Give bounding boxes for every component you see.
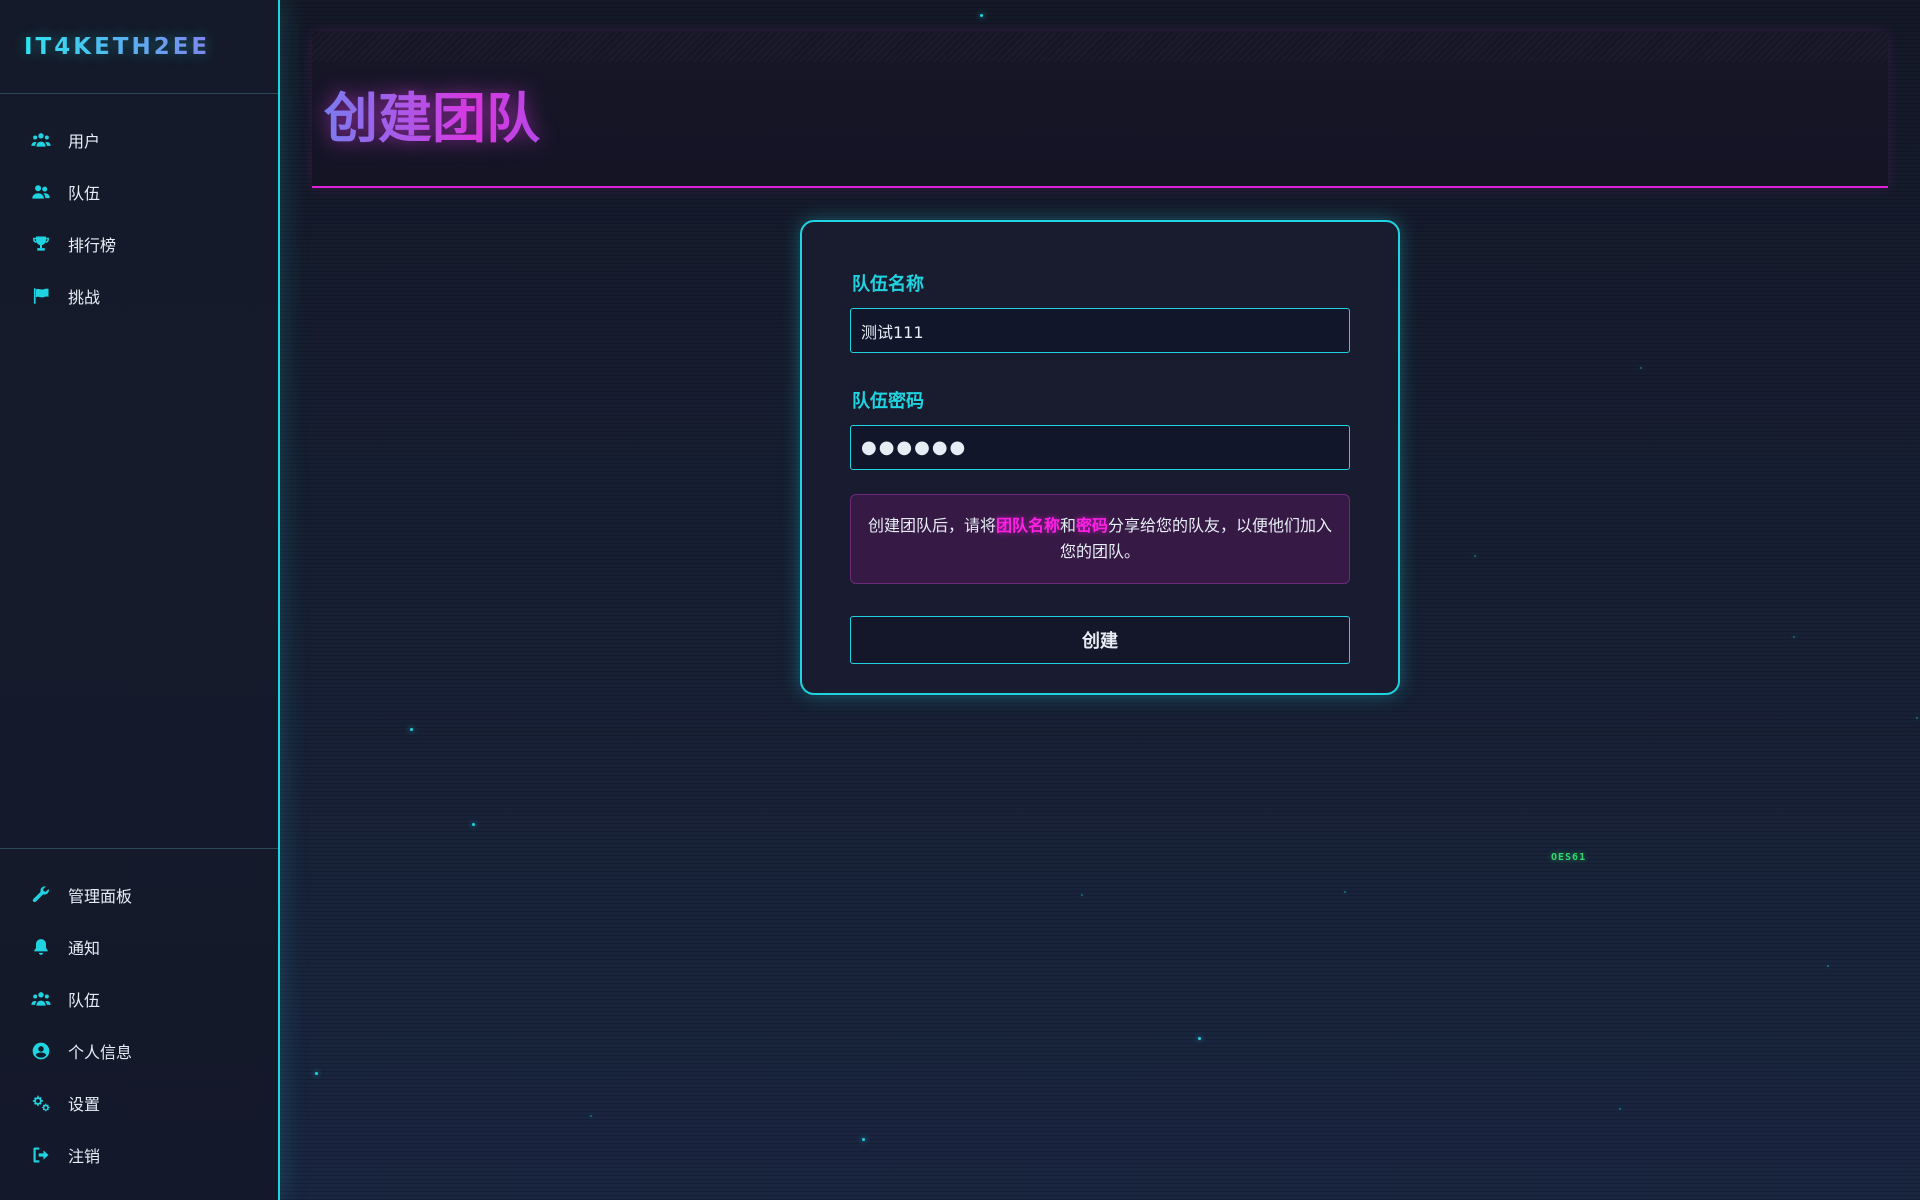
create-team-card: 队伍名称 队伍密码 创建团队后，请将团队名称和密码分享给您的队友，以便他们加入您…	[800, 220, 1400, 695]
trophy-icon	[30, 233, 52, 255]
sidebar-item-scoreboard[interactable]: 排行榜	[0, 218, 278, 270]
wrench-icon	[30, 884, 52, 906]
sidebar-item-teams[interactable]: 队伍	[0, 166, 278, 218]
sidebar-item-label: 注销	[68, 1147, 101, 1166]
user-circle-icon	[30, 1040, 52, 1062]
notice-highlight-password: 密码	[1076, 516, 1109, 535]
sidebar-item-admin-panel[interactable]: 管理面板	[0, 869, 278, 921]
page-title: 创建团队	[324, 74, 540, 153]
sidebar-item-label: 通知	[68, 939, 101, 958]
sidebar-item-notifications[interactable]: 通知	[0, 921, 278, 973]
sidebar-item-label: 排行榜	[68, 236, 117, 255]
particle	[1619, 1108, 1621, 1110]
sidebar-bottom-section: 管理面板 通知 队伍 个人信息 设置 注销	[0, 848, 278, 1200]
particle	[1793, 636, 1795, 638]
particle	[1198, 1037, 1201, 1040]
particle	[1827, 965, 1829, 967]
sidebar: IT4KETH2EE 用户 队伍 排行榜 挑战 管理面板 通知 队伍 个人信息 …	[0, 0, 280, 1200]
notice-text-middle: 和	[1059, 516, 1076, 535]
sidebar-nav-top: 用户 队伍 排行榜 挑战	[0, 94, 278, 322]
users-icon	[30, 988, 52, 1010]
brand-logo-text[interactable]: IT4KETH2EE	[24, 34, 210, 60]
sidebar-item-label: 队伍	[68, 184, 101, 203]
particle	[1916, 717, 1918, 719]
team-name-label: 队伍名称	[852, 274, 924, 295]
sidebar-nav-bottom: 管理面板 通知 队伍 个人信息 设置 注销	[0, 869, 278, 1181]
sidebar-item-label: 用户	[68, 132, 101, 151]
particle	[862, 1138, 865, 1141]
particle	[980, 14, 983, 17]
team-name-input[interactable]	[850, 308, 1350, 353]
sidebar-item-label: 设置	[68, 1095, 101, 1114]
page-header: 创建团队	[312, 32, 1888, 188]
sidebar-item-team[interactable]: 队伍	[0, 973, 278, 1025]
share-notice: 创建团队后，请将团队名称和密码分享给您的队友，以便他们加入您的团队。	[850, 494, 1350, 584]
sidebar-item-label: 个人信息	[68, 1043, 133, 1062]
flag-icon	[30, 285, 52, 307]
sidebar-item-logout[interactable]: 注销	[0, 1129, 278, 1181]
sign-out-icon	[30, 1144, 52, 1166]
user-group-icon	[30, 181, 52, 203]
particle	[472, 823, 475, 826]
notice-highlight-team-name: 团队名称	[995, 516, 1060, 535]
gears-icon	[30, 1092, 52, 1114]
sidebar-item-challenges[interactable]: 挑战	[0, 270, 278, 322]
sidebar-item-users[interactable]: 用户	[0, 114, 278, 166]
sidebar-item-profile[interactable]: 个人信息	[0, 1025, 278, 1077]
sidebar-item-label: 队伍	[68, 991, 101, 1010]
users-icon	[30, 129, 52, 151]
team-password-label: 队伍密码	[852, 391, 924, 412]
particle	[315, 1072, 318, 1075]
sidebar-item-label: 管理面板	[68, 887, 133, 906]
team-password-input[interactable]	[850, 425, 1350, 470]
particle	[410, 728, 413, 731]
sidebar-item-settings[interactable]: 设置	[0, 1077, 278, 1129]
particle	[1344, 891, 1346, 893]
header-pattern-strip	[312, 32, 1888, 62]
brand[interactable]: IT4KETH2EE	[0, 0, 278, 94]
create-button[interactable]: 创建	[850, 616, 1350, 664]
particle	[590, 1115, 592, 1117]
sidebar-item-label: 挑战	[68, 288, 101, 307]
floating-code-text: OES61	[1551, 852, 1587, 863]
particle	[1474, 555, 1476, 557]
particle	[1081, 894, 1083, 896]
create-team-form: 队伍名称 队伍密码 创建团队后，请将团队名称和密码分享给您的队友，以便他们加入您…	[850, 270, 1350, 664]
notice-text-prefix: 创建团队后，请将	[867, 516, 996, 535]
particle	[1640, 367, 1642, 369]
bell-icon	[30, 936, 52, 958]
